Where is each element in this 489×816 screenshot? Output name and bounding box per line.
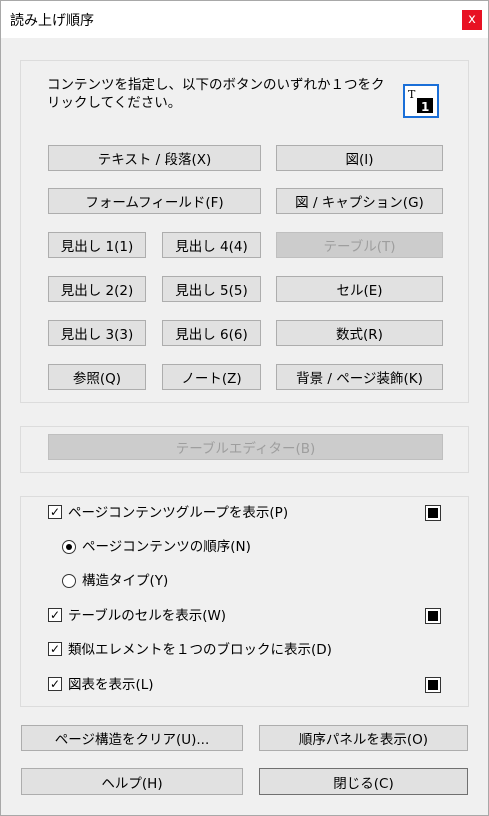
window-title: 読み上げ順序: [10, 13, 94, 29]
structure-types-radio[interactable]: [62, 574, 76, 588]
similar-elements-checkbox[interactable]: ✓: [48, 642, 62, 656]
figure-button[interactable]: 図(I): [276, 145, 443, 171]
svg-text:T: T: [408, 88, 416, 101]
cell-button[interactable]: セル(E): [276, 276, 443, 302]
heading4-button[interactable]: 見出し 4(4): [162, 232, 261, 258]
structure-types-label: 構造タイプ(Y): [82, 573, 169, 589]
swatch-fill: [428, 508, 438, 518]
title-bar: 読み上げ順序 x: [0, 0, 489, 38]
formula-button[interactable]: 数式(R): [276, 320, 443, 346]
radio-selected-dot: [66, 544, 72, 550]
heading3-button[interactable]: 見出し 3(3): [48, 320, 146, 346]
reading-order-icon[interactable]: T 1: [403, 84, 439, 118]
table-button[interactable]: テーブル(T): [276, 232, 443, 258]
order-glyph-icon: T 1: [408, 88, 433, 114]
swatch-fill: [428, 680, 438, 690]
show-order-panel-button[interactable]: 順序パネルを表示(O): [259, 725, 468, 751]
swatch-fill: [428, 611, 438, 621]
table-cells-color-swatch[interactable]: [425, 608, 441, 624]
form-field-button[interactable]: フォームフィールド(F): [48, 188, 261, 214]
similar-elements-label: 類似エレメントを１つのブロックに表示(D): [68, 642, 332, 658]
background-button[interactable]: 背景 / ページ装飾(K): [276, 364, 443, 390]
show-figures-checkbox[interactable]: ✓: [48, 677, 62, 691]
help-button[interactable]: ヘルプ(H): [21, 768, 243, 795]
order-page-content-radio[interactable]: [62, 540, 76, 554]
close-window-button[interactable]: x: [462, 10, 482, 30]
text-paragraph-button[interactable]: テキスト / 段落(X): [48, 145, 261, 171]
heading6-button[interactable]: 見出し 6(6): [162, 320, 261, 346]
figures-color-swatch[interactable]: [425, 677, 441, 693]
close-button[interactable]: 閉じる(C): [259, 768, 468, 795]
table-editor-button[interactable]: テーブルエディター(B): [48, 434, 443, 460]
instruction-text: コンテンツを指定し、以下のボタンのいずれか１つをクリックしてください。: [47, 77, 385, 111]
heading2-button[interactable]: 見出し 2(2): [48, 276, 146, 302]
show-table-cells-label: テーブルのセルを表示(W): [68, 608, 227, 624]
svg-text:1: 1: [421, 100, 429, 114]
show-page-groups-label: ページコンテンツグループを表示(P): [68, 505, 289, 521]
note-button[interactable]: ノート(Z): [162, 364, 261, 390]
show-page-groups-checkbox[interactable]: ✓: [48, 505, 62, 519]
show-figures-label: 図表を表示(L): [68, 677, 154, 693]
page-groups-color-swatch[interactable]: [425, 505, 441, 521]
options-group: [20, 496, 469, 707]
heading1-button[interactable]: 見出し 1(1): [48, 232, 146, 258]
figure-caption-button[interactable]: 図 / キャプション(G): [276, 188, 443, 214]
heading5-button[interactable]: 見出し 5(5): [162, 276, 261, 302]
clear-structure-button[interactable]: ページ構造をクリア(U)...: [21, 725, 243, 751]
reference-button[interactable]: 参照(Q): [48, 364, 146, 390]
order-page-content-label: ページコンテンツの順序(N): [82, 539, 251, 555]
show-table-cells-checkbox[interactable]: ✓: [48, 608, 62, 622]
